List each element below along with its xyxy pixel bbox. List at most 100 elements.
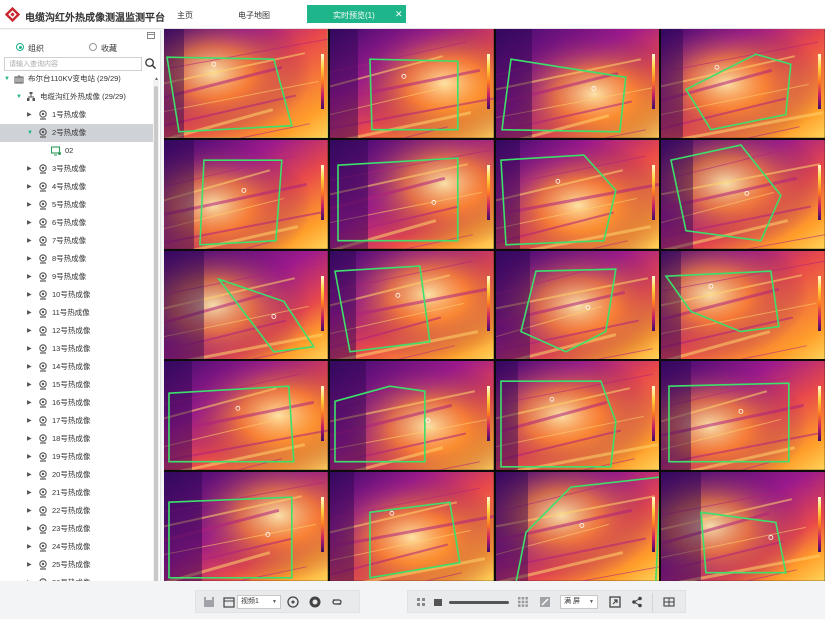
expand-right-icon[interactable]: ▶	[27, 556, 32, 574]
tree-camera-23[interactable]: ▶ 23号热成像	[0, 520, 153, 538]
expand-right-icon[interactable]: ▶	[27, 106, 32, 124]
tree-camera-12[interactable]: ▶ 12号热成像	[0, 322, 153, 340]
nav-home[interactable]: 主页	[177, 10, 193, 21]
thermal-video-tile[interactable]	[661, 139, 825, 249]
tree-camera-7[interactable]: ▶ 7号热成像	[0, 232, 153, 250]
tree-camera-1[interactable]: ▶ 1号热成像	[0, 106, 153, 124]
expand-right-icon[interactable]: ▶	[27, 268, 32, 286]
thermal-video-tile[interactable]	[164, 29, 328, 138]
nav-electronic-map[interactable]: 电子地图	[238, 10, 270, 21]
tree-camera-24[interactable]: ▶ 24号热成像	[0, 538, 153, 556]
expand-right-icon[interactable]: ▶	[27, 448, 32, 466]
scroll-thumb[interactable]	[154, 86, 158, 606]
tree-camera-9[interactable]: ▶ 9号热成像	[0, 268, 153, 286]
tree-camera-16[interactable]: ▶ 16号热成像	[0, 394, 153, 412]
expand-right-icon[interactable]: ▶	[27, 178, 32, 196]
expand-down-icon[interactable]: ▼	[16, 88, 22, 106]
expand-right-icon[interactable]: ▶	[27, 484, 32, 502]
expand-right-icon[interactable]: ▶	[27, 160, 32, 178]
collapse-panel-icon[interactable]	[147, 32, 155, 39]
link-icon[interactable]	[330, 595, 344, 609]
expand-right-icon[interactable]: ▶	[27, 358, 32, 376]
expand-right-icon[interactable]: ▶	[27, 538, 32, 556]
tree-camera-22[interactable]: ▶ 22号热成像	[0, 502, 153, 520]
tree-camera-14[interactable]: ▶ 14号热成像	[0, 358, 153, 376]
expand-right-icon[interactable]: ▶	[27, 412, 32, 430]
tree-camera-13[interactable]: ▶ 13号热成像	[0, 340, 153, 358]
thermal-video-tile[interactable]	[329, 139, 494, 249]
thermal-video-tile[interactable]	[495, 29, 660, 138]
tree-camera-8[interactable]: ▶ 8号热成像	[0, 250, 153, 268]
replay-icon[interactable]	[286, 595, 300, 609]
record-icon[interactable]	[308, 595, 322, 609]
expand-down-icon[interactable]: ▼	[27, 124, 33, 142]
tree-camera-20[interactable]: ▶ 20号热成像	[0, 466, 153, 484]
close-icon[interactable]: ✕	[395, 9, 403, 20]
tree-camera-18[interactable]: ▶ 18号热成像	[0, 430, 153, 448]
stream-select[interactable]: 视频1 ▼	[237, 595, 281, 609]
thermal-video-tile[interactable]	[164, 250, 328, 360]
grid-large-icon[interactable]	[516, 595, 530, 609]
expand-right-icon[interactable]: ▶	[27, 250, 32, 268]
thermal-video-tile[interactable]	[661, 29, 825, 138]
tree-camera-17[interactable]: ▶ 17号热成像	[0, 412, 153, 430]
thermal-video-tile[interactable]	[495, 139, 660, 249]
save-icon[interactable]	[202, 595, 216, 609]
search-input[interactable]	[4, 57, 142, 71]
thermal-video-tile[interactable]	[164, 361, 328, 471]
thermal-video-tile[interactable]	[495, 361, 660, 471]
edit-layout-icon[interactable]	[538, 595, 552, 609]
tree-camera-19[interactable]: ▶ 19号热成像	[0, 448, 153, 466]
fullscreen-icon[interactable]	[608, 595, 622, 609]
expand-right-icon[interactable]: ▶	[27, 304, 32, 322]
expand-right-icon[interactable]: ▶	[27, 502, 32, 520]
grid-size-slider[interactable]	[449, 601, 509, 604]
thermal-video-tile[interactable]	[495, 472, 660, 581]
multi-screen-icon[interactable]	[662, 595, 676, 609]
expand-right-icon[interactable]: ▶	[27, 376, 32, 394]
expand-right-icon[interactable]: ▶	[27, 232, 32, 250]
tree-camera-11[interactable]: ▶ 11号热成像	[0, 304, 153, 322]
search-icon[interactable]	[144, 57, 157, 70]
tree-camera-4[interactable]: ▶ 4号热成像	[0, 178, 153, 196]
expand-right-icon[interactable]: ▶	[27, 196, 32, 214]
tree-camera-3[interactable]: ▶ 3号热成像	[0, 160, 153, 178]
thermal-video-tile[interactable]	[661, 250, 825, 360]
tree-camera-6[interactable]: ▶ 6号热成像	[0, 214, 153, 232]
expand-right-icon[interactable]: ▶	[27, 394, 32, 412]
tree-camera-15[interactable]: ▶ 15号热成像	[0, 376, 153, 394]
grid-small-icon[interactable]	[414, 595, 428, 609]
radio-favorites[interactable]	[89, 43, 97, 51]
expand-right-icon[interactable]: ▶	[27, 430, 32, 448]
tree-group[interactable]: ▼ 电缆沟红外热成像 (29/29)	[0, 88, 153, 106]
radio-organization[interactable]	[16, 43, 24, 51]
expand-down-icon[interactable]: ▼	[4, 70, 10, 88]
tree-camera-5[interactable]: ▶ 5号热成像	[0, 196, 153, 214]
tab-live-preview[interactable]: 实时预览(1) ✕	[307, 5, 406, 23]
expand-right-icon[interactable]: ▶	[27, 286, 32, 304]
thermal-video-tile[interactable]	[661, 472, 825, 581]
tree-station[interactable]: ▼ 布尔台110KV变电站 (29/29)	[0, 70, 153, 88]
expand-right-icon[interactable]: ▶	[27, 520, 32, 538]
expand-right-icon[interactable]: ▶	[27, 322, 32, 340]
thermal-video-tile[interactable]	[329, 361, 494, 471]
thermal-video-tile[interactable]	[661, 361, 825, 471]
tree-camera-2[interactable]: ▼ 2号热成像	[0, 124, 153, 142]
tree-channel[interactable]: 02	[0, 142, 153, 160]
thermal-video-tile[interactable]	[164, 139, 328, 249]
expand-right-icon[interactable]: ▶	[27, 340, 32, 358]
tree-camera-10[interactable]: ▶ 10号热成像	[0, 286, 153, 304]
expand-right-icon[interactable]: ▶	[27, 214, 32, 232]
thermal-video-tile[interactable]	[329, 29, 494, 138]
expand-right-icon[interactable]: ▶	[27, 466, 32, 484]
thermal-video-tile[interactable]	[495, 250, 660, 360]
split-mode-select[interactable]: 满 屏 ▼	[560, 595, 598, 609]
thermal-video-tile[interactable]	[164, 472, 328, 581]
thermal-video-tile[interactable]	[329, 250, 494, 360]
thermal-video-tile[interactable]	[329, 472, 494, 581]
share-icon[interactable]	[630, 595, 644, 609]
scroll-up-icon[interactable]: ▲	[154, 76, 159, 82]
tree-camera-25[interactable]: ▶ 25号热成像	[0, 556, 153, 574]
tree-camera-21[interactable]: ▶ 21号热成像	[0, 484, 153, 502]
grid-size-slider-knob[interactable]	[434, 599, 442, 606]
